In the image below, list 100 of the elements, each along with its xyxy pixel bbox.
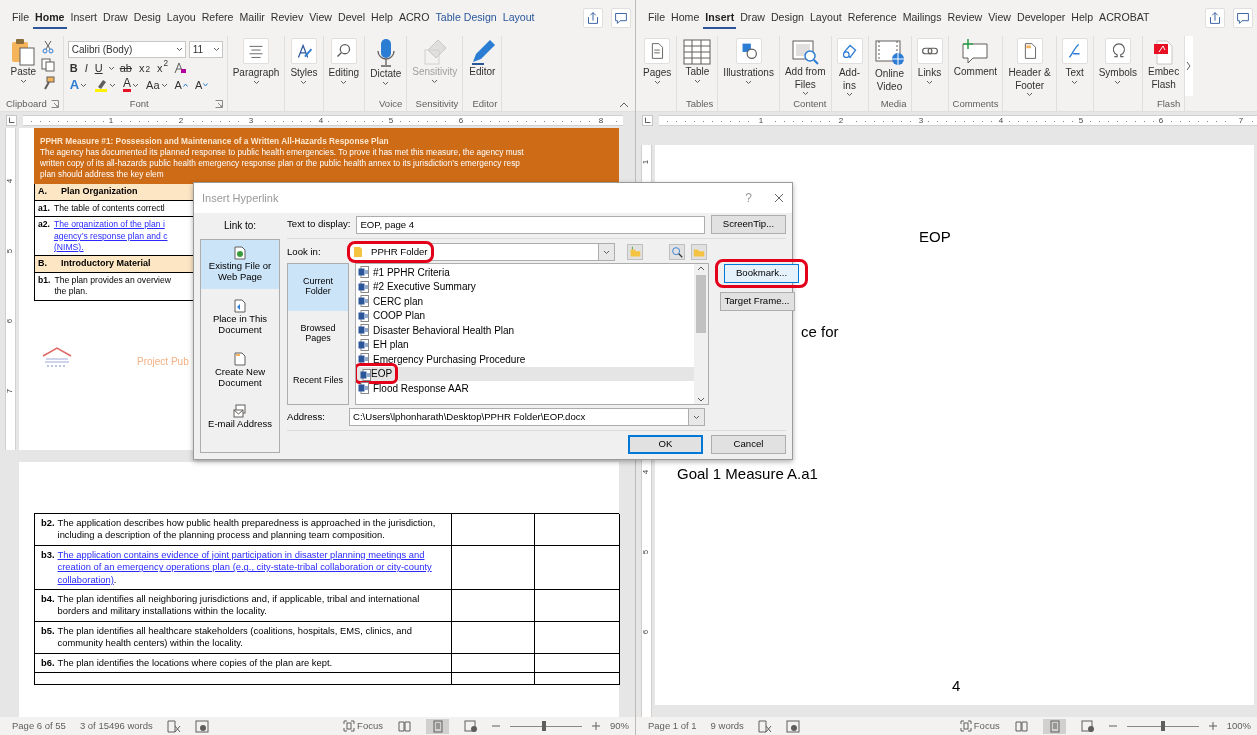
scroll-thumb[interactable] <box>696 275 706 333</box>
link-to-option[interactable]: Create New Document <box>201 345 279 395</box>
file-item[interactable]: CERC plan <box>356 294 694 309</box>
ribbon-tab[interactable]: ACROBAT <box>1097 6 1152 30</box>
file-item[interactable]: EH plan <box>356 337 694 352</box>
plus-icon[interactable] <box>592 722 600 730</box>
ruler[interactable]: 1 2 3 4 5 6 8 <box>23 114 623 126</box>
ribbon-tab[interactable]: Devel <box>336 6 368 30</box>
superscript-button[interactable]: x$^{2}$ <box>155 61 171 75</box>
ribbon-tab[interactable]: Review <box>945 6 985 30</box>
scrollbar[interactable] <box>694 264 708 404</box>
accessibility-icon[interactable] <box>785 719 800 733</box>
ribbon-command[interactable]: Add- ins <box>835 38 864 97</box>
plus-icon[interactable] <box>1208 722 1217 730</box>
ribbon-command[interactable]: Comment <box>952 38 999 79</box>
accessibility-icon[interactable] <box>194 719 209 733</box>
requirement-link[interactable]: The application contains evidence of joint participation in disaster planning meetings and creation of an emergency operations plan (e.g., city-state-tribal collaboration or city-county collaboration). <box>57 548 438 587</box>
web-search-icon[interactable] <box>669 244 685 260</box>
link-to-option[interactable]: Existing File or Web Page <box>201 240 279 289</box>
slider-thumb[interactable] <box>1160 721 1165 731</box>
link-to-option[interactable]: E-mail Address <box>201 398 279 436</box>
zoom-slider[interactable] <box>1126 721 1199 731</box>
proofing-icon[interactable] <box>166 719 181 733</box>
ribbon-tab[interactable]: Layout <box>500 6 537 30</box>
look-in-dropdown[interactable]: PPHR Folder <box>349 243 615 261</box>
bold-button[interactable]: B <box>67 61 80 75</box>
dialog-button[interactable]: Target Frame... <box>719 292 795 311</box>
ribbon-command[interactable]: Editor <box>467 38 498 79</box>
requirement-link[interactable]: The organization of the plan i agency’s response plan and c (NIMS). <box>53 219 168 254</box>
grow-font-button[interactable]: A <box>172 78 190 92</box>
dialog-button[interactable]: OK <box>628 435 703 454</box>
ribbon-command[interactable]: Add from Files <box>783 38 827 96</box>
browse-tab[interactable]: Current Folder <box>288 264 348 311</box>
comment-icon[interactable] <box>1233 8 1253 28</box>
italic-button[interactable]: I <box>82 61 90 75</box>
browse-tab[interactable]: Browsed Pages <box>288 310 348 358</box>
ribbon-tab[interactable]: Mailir <box>237 6 267 30</box>
zoom-percent[interactable]: 100% <box>1226 718 1251 734</box>
strikethrough-button[interactable]: ab <box>117 61 134 75</box>
close-icon[interactable] <box>774 193 784 203</box>
ribbon-tab[interactable]: Layou <box>164 6 198 30</box>
font-size-field[interactable]: 11 <box>188 41 223 58</box>
ribbon-tab[interactable]: Refere <box>199 6 236 30</box>
address-field[interactable]: C:\Users\lphonharath\Desktop\PPHR Folder\EOP.docx <box>349 408 705 426</box>
ribbon-tab[interactable]: Insert <box>68 6 99 30</box>
ribbon-command[interactable]: Illustrations <box>722 38 775 85</box>
ribbon-command[interactable]: Dictate <box>369 38 403 86</box>
tab-selector-icon[interactable] <box>642 114 653 126</box>
dialog-launcher-icon[interactable] <box>214 100 223 108</box>
ribbon-command[interactable]: Pages <box>642 38 673 85</box>
ribbon-tab[interactable]: Reference <box>845 6 899 30</box>
ribbon-command[interactable]: Table <box>681 38 714 84</box>
ribbon-command[interactable]: Text <box>1060 38 1089 85</box>
browse-tab[interactable]: Recent Files <box>288 357 348 404</box>
ribbon-tab[interactable]: Mailings <box>900 6 944 30</box>
copy-button[interactable] <box>41 58 56 72</box>
dialog-launcher-icon[interactable] <box>50 100 59 108</box>
ribbon-command[interactable]: Online Video <box>872 38 907 93</box>
ribbon-tab[interactable]: View <box>986 6 1013 30</box>
ribbon-tab[interactable]: Home <box>669 6 702 30</box>
dialog-button[interactable]: Bookmark... <box>724 264 799 283</box>
ribbon-command[interactable]: Paste <box>9 38 38 84</box>
ribbon-tab[interactable]: Draw <box>738 6 767 30</box>
clear-formatting-icon[interactable] <box>173 61 188 75</box>
underline-button[interactable]: U <box>92 61 105 75</box>
dialog-button[interactable]: Cancel <box>711 435 786 454</box>
ribbon-command[interactable]: Editing <box>327 38 361 85</box>
ribbon-tab[interactable]: File <box>10 6 32 30</box>
share-icon[interactable] <box>583 8 603 28</box>
ribbon-tab[interactable]: Home <box>33 6 67 30</box>
zoom-slider[interactable] <box>510 721 582 731</box>
ribbon-command[interactable]: Symbols <box>1097 38 1139 85</box>
focus-button[interactable]: Focus <box>959 718 1000 734</box>
print-layout-button[interactable] <box>426 718 449 734</box>
ribbon-tab[interactable]: Desig <box>131 6 163 30</box>
file-item[interactable]: #1 PPHR Criteria <box>356 265 694 280</box>
ribbon-tab[interactable]: Reviev <box>268 6 306 30</box>
ruler[interactable]: 1 2 3 4 5 6 7 <box>659 114 1257 126</box>
ribbon-tab[interactable]: Draw <box>101 6 130 30</box>
ribbon-command[interactable]: Styles <box>289 38 319 85</box>
slider-thumb[interactable] <box>541 721 546 731</box>
zoom-percent[interactable]: 90% <box>610 718 629 734</box>
proofing-icon[interactable] <box>757 719 772 733</box>
chevron-up-icon[interactable] <box>619 102 629 108</box>
comment-icon[interactable] <box>611 8 631 28</box>
share-icon[interactable] <box>1205 8 1225 28</box>
ribbon-tab[interactable]: Layout <box>807 6 844 30</box>
vertical-ruler[interactable]: 4 5 6 7 <box>5 128 16 450</box>
cut-button[interactable] <box>41 40 56 54</box>
file-item[interactable]: EOP <box>356 366 694 381</box>
focus-button[interactable]: Focus <box>343 718 383 734</box>
shrink-font-button[interactable]: A <box>192 78 211 92</box>
tab-selector-icon[interactable] <box>6 114 17 126</box>
link-to-option[interactable]: Place in This Document <box>201 292 279 342</box>
minus-icon[interactable] <box>492 722 500 730</box>
ribbon-command[interactable]: Links <box>915 38 944 85</box>
text-field[interactable]: EOP, page 4 <box>356 215 705 234</box>
ribbon-tab[interactable]: Table Design <box>433 6 499 30</box>
file-item[interactable]: Disaster Behavioral Health Plan <box>356 323 694 338</box>
change-case-button[interactable]: Aa <box>144 78 170 92</box>
